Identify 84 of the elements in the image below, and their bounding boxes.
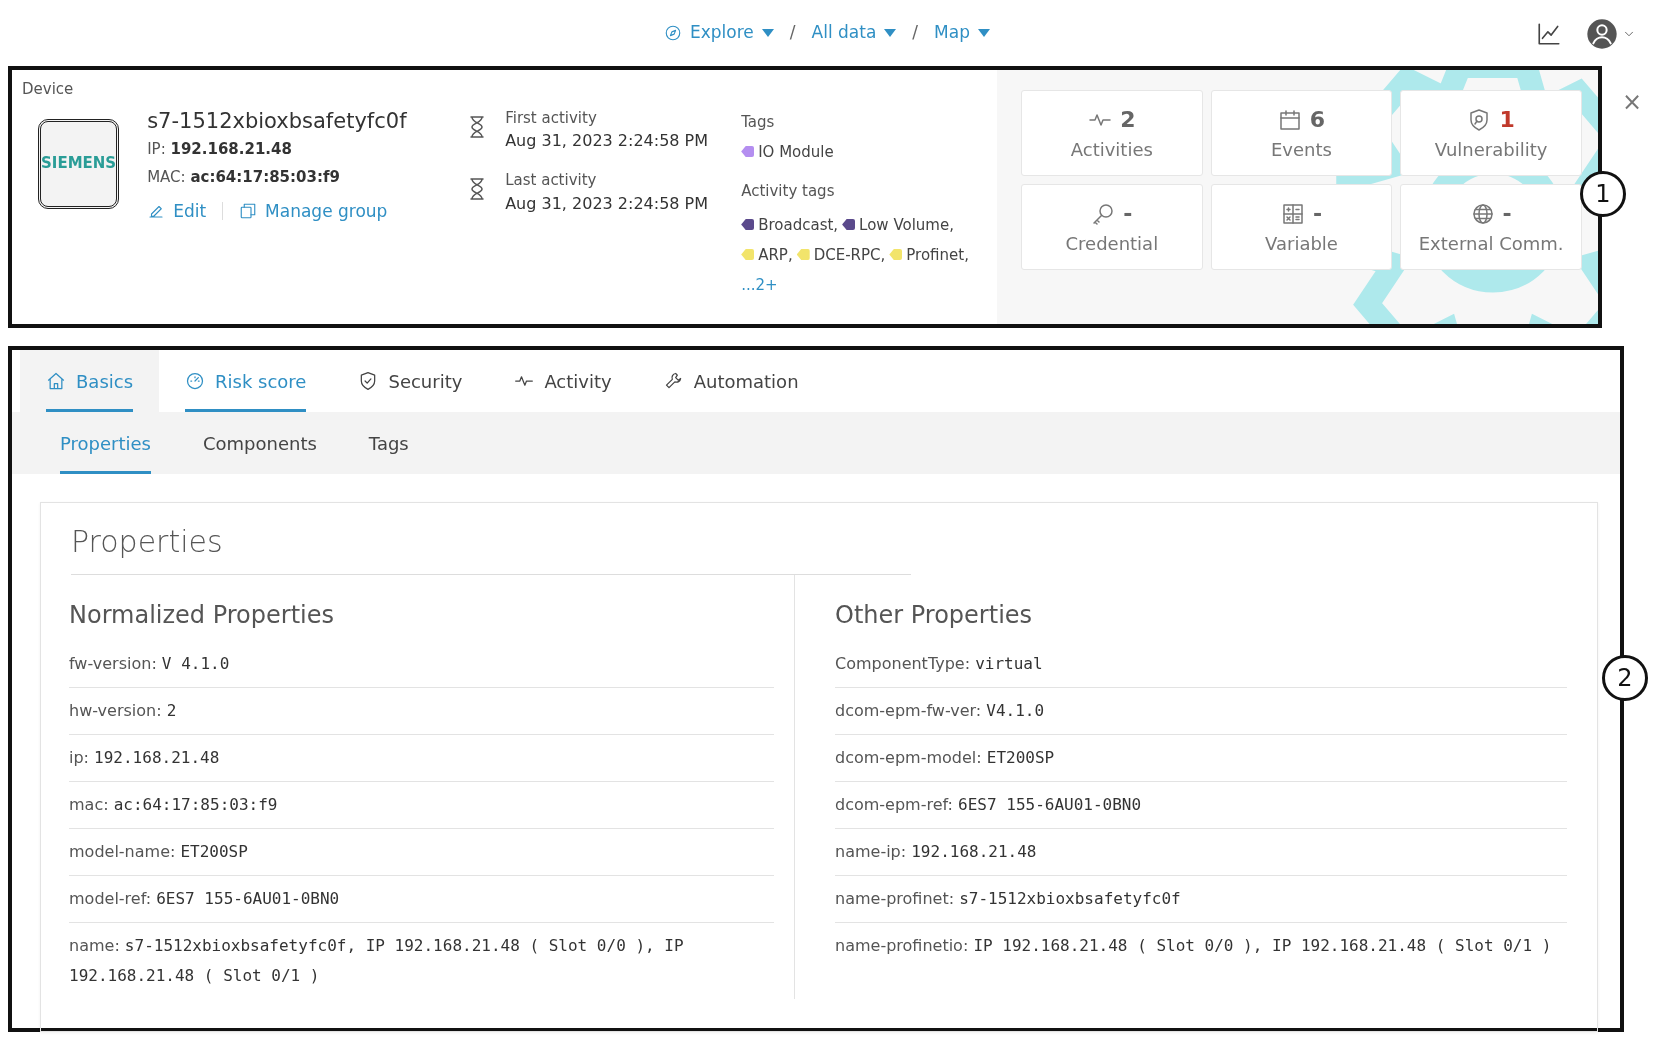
stat-label: Variable	[1265, 232, 1338, 256]
more-tags-link[interactable]: ...2+	[741, 270, 778, 300]
caret-icon	[884, 29, 897, 37]
property-row: model-name: ET200SP	[69, 829, 774, 876]
stat-card[interactable]: - Credential	[1021, 184, 1203, 270]
copy-icon	[239, 201, 258, 220]
stat-label: Events	[1271, 138, 1332, 162]
separator: /	[789, 21, 796, 45]
caret-icon	[761, 29, 774, 37]
property-row: hw-version: 2	[69, 688, 774, 735]
property-row: dcom-epm-ref: 6ES7 155-6AU01-0BN0	[835, 782, 1567, 829]
breadcrumb-link[interactable]: Map	[934, 20, 970, 46]
property-row: ComponentType: virtual	[835, 641, 1567, 688]
tags-label: Tags	[741, 111, 776, 133]
stat-count: 6	[1309, 106, 1326, 134]
close-button[interactable]: ×	[1621, 84, 1642, 120]
property-row: model-ref: 6ES7 155-6AU01-0BN0	[69, 876, 774, 923]
activity-label: First activity	[505, 107, 598, 129]
gauge-icon	[185, 371, 206, 391]
ip-address: IP: 192.168.21.48	[147, 138, 293, 160]
tag: Profinet,	[889, 246, 969, 264]
activity-label: Last activity	[505, 170, 598, 191]
tab[interactable]: Risk score	[159, 350, 333, 412]
globe-icon	[1470, 201, 1495, 226]
tag: Broadcast,	[741, 216, 839, 234]
breadcrumb-link[interactable]: All data	[811, 20, 877, 46]
stat-count: -	[1502, 200, 1512, 228]
callout-number: 2	[1602, 655, 1648, 701]
property-row: dcom-epm-fw-ver: V4.1.0	[835, 688, 1567, 735]
calculator-icon	[1280, 201, 1305, 226]
stat-label: External Comm.	[1418, 232, 1564, 256]
stat-label: Vulnerability	[1434, 138, 1548, 162]
stat-label: Credential	[1065, 232, 1159, 256]
avatar-icon	[1586, 18, 1618, 50]
manage-group-link[interactable]: Manage group	[239, 196, 388, 225]
subtab[interactable]: Components	[176, 412, 343, 474]
stat-label: Activities	[1070, 138, 1153, 162]
stat-count: 1	[1499, 106, 1515, 134]
section-label: Device	[22, 79, 75, 100]
stat-card[interactable]: 6 Events	[1210, 90, 1393, 176]
card-title: Properties	[71, 519, 911, 575]
subtab[interactable]: Properties	[34, 412, 177, 474]
tab[interactable]: Security	[332, 350, 489, 412]
stat-count: -	[1312, 200, 1323, 228]
edit-link[interactable]: Edit	[147, 196, 207, 225]
stat-card[interactable]: - Variable	[1210, 184, 1393, 270]
wrench-icon	[663, 371, 684, 391]
column-heading: Other Properties	[835, 600, 1034, 631]
property-row-text: name-profinetio: IP 192.168.21.48 ( Slot 0/0 ), IP 192.168.21.48 ( Slot 0/1 )	[835, 935, 1553, 957]
activity-date: Aug 31, 2023 2:24:58 PM	[505, 130, 709, 152]
tag: Low Volume,	[842, 216, 954, 234]
stat-count: -	[1123, 200, 1133, 228]
property-row: name-profinet: s7-1512xbioxbsafetyfc0f	[835, 876, 1567, 923]
tag: DCE-RPC,	[796, 246, 886, 264]
property-row: fw-version: V 4.1.0	[69, 641, 774, 688]
property-row: dcom-epm-model: ET200SP	[835, 735, 1567, 782]
tab[interactable]: Automation	[637, 350, 825, 412]
tab[interactable]: Activity	[488, 350, 638, 412]
subtab[interactable]: Tags	[342, 412, 435, 474]
separator: /	[912, 21, 919, 45]
chart-icon	[1536, 21, 1562, 47]
caret-icon	[977, 29, 990, 37]
tag: IO Module	[741, 143, 834, 161]
tag: ARP,	[741, 246, 793, 264]
breadcrumb-link[interactable]: Explore	[690, 20, 754, 46]
stat-card[interactable]: 2 Activities	[1021, 90, 1203, 176]
tags-label: Activity tags	[741, 180, 836, 202]
device-name: s7-1512xbioxbsafetyfc0f	[147, 107, 408, 135]
column-heading: Normalized Properties	[69, 600, 336, 631]
tab[interactable]: Basics	[20, 350, 160, 412]
property-row-text: name: s7-1512xbioxbsafetyfc0f, IP 192.168.21.48 ( Slot 0/0 ), IP 192.168.21.48 ( Slot 0/1 )	[69, 935, 685, 987]
property-row: mac: ac:64:17:85:03:f9	[69, 782, 774, 829]
home-icon	[46, 371, 66, 391]
property-row: name-ip: 192.168.21.48	[835, 829, 1567, 876]
stat-card[interactable]: 1 Vulnerability	[1400, 90, 1582, 176]
device-logo: SIEMENS	[38, 118, 120, 209]
compass-icon	[664, 24, 683, 42]
stat-card[interactable]: - External Comm.	[1400, 184, 1582, 270]
callout-number: 1	[1580, 171, 1626, 217]
property-row: ip: 192.168.21.48	[69, 735, 774, 782]
calendar-icon	[1277, 107, 1302, 132]
stat-count: 2	[1120, 106, 1136, 134]
mac-address: MAC: ac:64:17:85:03:f9	[147, 166, 341, 188]
activity-date: Aug 31, 2023 2:24:58 PM	[505, 192, 709, 215]
